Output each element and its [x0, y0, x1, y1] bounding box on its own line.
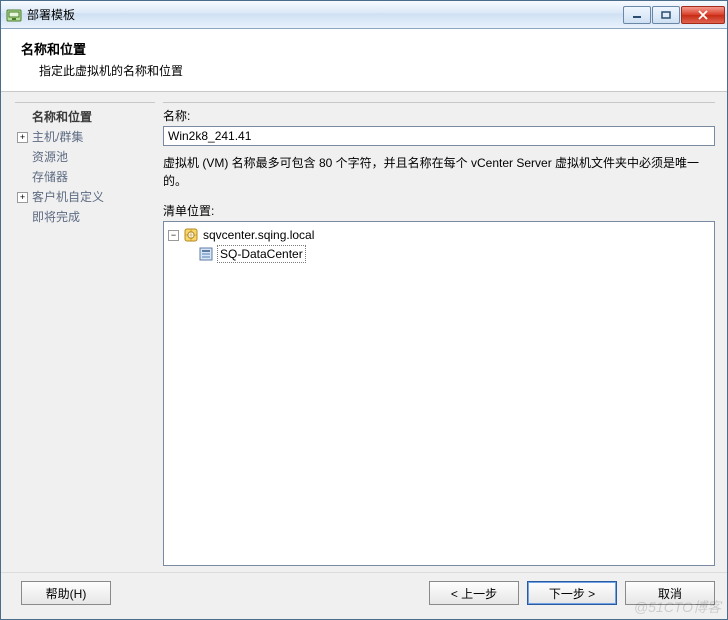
step-ready-complete[interactable]: 即将完成: [15, 207, 155, 227]
step-label: 即将完成: [32, 208, 80, 226]
close-button[interactable]: [681, 6, 725, 24]
wizard-header: 名称和位置 指定此虚拟机的名称和位置: [1, 29, 727, 92]
vm-name-input[interactable]: [163, 126, 715, 146]
titlebar: 部署模板: [1, 1, 727, 29]
tree-datacenter-node[interactable]: SQ-DataCenter: [168, 244, 710, 264]
plus-icon[interactable]: +: [17, 132, 28, 143]
inventory-tree[interactable]: − sqvcenter.sqing.local: [163, 221, 715, 566]
step-guest-customization[interactable]: + 客户机自定义: [15, 187, 155, 207]
name-hint: 虚拟机 (VM) 名称最多可包含 80 个字符，并且名称在每个 vCenter …: [163, 154, 715, 190]
cancel-button[interactable]: 取消: [625, 581, 715, 605]
step-label: 存储器: [32, 168, 68, 186]
wizard-body: 名称和位置 + 主机/群集 资源池 存储器 + 客户机自定义 即将完成 名称: 虚拟…: [1, 92, 727, 572]
vcenter-icon: [183, 227, 199, 243]
back-button[interactable]: < 上一步: [429, 581, 519, 605]
tree-root-node[interactable]: − sqvcenter.sqing.local: [168, 226, 710, 244]
tree-datacenter-label: SQ-DataCenter: [217, 245, 306, 263]
window-title: 部署模板: [27, 6, 622, 23]
window-controls: [622, 1, 725, 28]
minimize-button[interactable]: [623, 6, 651, 24]
page-subtitle: 指定此虚拟机的名称和位置: [39, 62, 707, 79]
wizard-steps-sidebar: 名称和位置 + 主机/群集 资源池 存储器 + 客户机自定义 即将完成: [15, 102, 155, 566]
datacenter-icon: [198, 246, 214, 262]
step-resource-pool[interactable]: 资源池: [15, 147, 155, 167]
tree-root-label: sqvcenter.sqing.local: [202, 227, 315, 243]
wizard-main: 名称: 虚拟机 (VM) 名称最多可包含 80 个字符，并且名称在每个 vCen…: [163, 102, 715, 566]
step-label: 主机/群集: [32, 128, 83, 146]
help-button[interactable]: 帮助(H): [21, 581, 111, 605]
name-label: 名称:: [163, 107, 715, 124]
wizard-footer: 帮助(H) < 上一步 下一步 > 取消: [1, 572, 727, 619]
inventory-label: 清单位置:: [163, 202, 715, 219]
step-host-cluster[interactable]: + 主机/群集: [15, 127, 155, 147]
step-name-location[interactable]: 名称和位置: [15, 107, 155, 127]
next-button[interactable]: 下一步 >: [527, 581, 617, 605]
plus-icon[interactable]: +: [17, 192, 28, 203]
maximize-button[interactable]: [652, 6, 680, 24]
step-storage[interactable]: 存储器: [15, 167, 155, 187]
step-label: 客户机自定义: [32, 188, 104, 206]
app-icon: [6, 7, 22, 23]
wizard-window: 部署模板 名称和位置 指定此虚拟机的名称和位置 名称和位置 + 主机/群集: [0, 0, 728, 620]
step-label: 资源池: [32, 148, 68, 166]
minus-icon[interactable]: −: [168, 230, 179, 241]
step-label: 名称和位置: [32, 108, 92, 126]
page-title: 名称和位置: [21, 39, 707, 58]
